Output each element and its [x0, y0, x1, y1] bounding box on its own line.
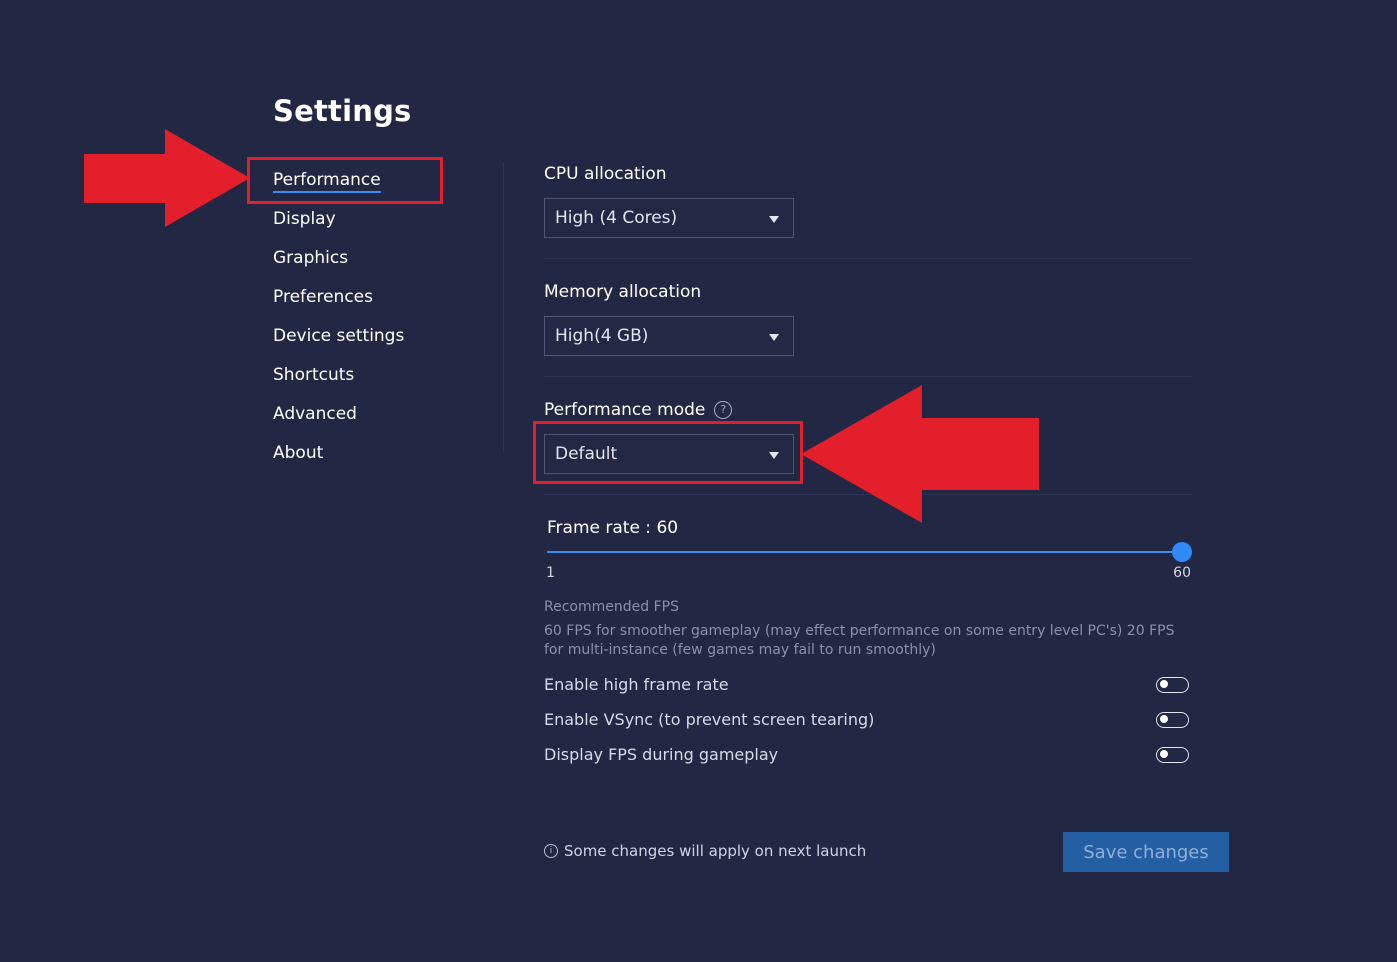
sidebar-item-shortcuts[interactable]: Shortcuts — [273, 357, 493, 396]
toggle-knob — [1160, 715, 1168, 723]
help-icon[interactable]: ? — [714, 400, 733, 419]
toggle-list: Enable high frame rate Enable VSync (to … — [544, 667, 1192, 772]
frame-rate-slider[interactable] — [544, 541, 1192, 563]
high-frame-rate-toggle[interactable] — [1156, 676, 1189, 693]
sidebar-item-about[interactable]: About — [273, 435, 493, 474]
slider-max-label: 60 — [1173, 565, 1191, 581]
memory-allocation-select[interactable]: High(4 GB) — [544, 316, 794, 356]
vsync-toggle[interactable] — [1156, 711, 1189, 728]
sidebar-item-label: Graphics — [273, 248, 349, 268]
section-divider — [544, 258, 1192, 259]
toggle-row-vsync: Enable VSync (to prevent screen tearing) — [544, 702, 1192, 737]
memory-allocation-label: Memory allocation — [544, 281, 702, 302]
sidebar-item-label: Preferences — [273, 287, 373, 307]
footer-note-text: Some changes will apply on next launch — [564, 842, 867, 860]
annotation-box-performance-mode — [533, 421, 803, 484]
sidebar-item-label: Shortcuts — [273, 365, 355, 385]
sidebar-item-label: Device settings — [273, 326, 405, 346]
cpu-allocation-value: High (4 Cores) — [555, 208, 678, 228]
sidebar-item-label: Advanced — [273, 404, 357, 424]
slider-track[interactable] — [547, 542, 1192, 562]
sidebar-item-display[interactable]: Display — [273, 201, 493, 240]
info-icon: i — [544, 844, 558, 858]
save-changes-button[interactable]: Save changes — [1063, 832, 1229, 872]
annotation-arrow-right-icon — [84, 129, 250, 227]
slider-min-label: 1 — [546, 565, 555, 581]
recommended-fps-title: Recommended FPS — [544, 599, 679, 615]
footer-note: i Some changes will apply on next launch — [544, 842, 866, 860]
sidebar-item-advanced[interactable]: Advanced — [273, 396, 493, 435]
chevron-down-icon — [769, 333, 779, 341]
slider-thumb[interactable] — [1172, 542, 1192, 562]
page-title: Settings — [273, 94, 412, 128]
sidebar-item-device-settings[interactable]: Device settings — [273, 318, 493, 357]
sidebar-item-preferences[interactable]: Preferences — [273, 279, 493, 318]
performance-mode-label: Performance mode — [544, 399, 706, 420]
slider-range-labels: 1 60 — [544, 565, 1192, 585]
memory-allocation-value: High(4 GB) — [555, 326, 649, 346]
toggle-knob — [1160, 680, 1168, 688]
sidebar-divider — [503, 162, 504, 452]
toggle-knob — [1160, 750, 1168, 758]
toggle-label: Enable VSync (to prevent screen tearing) — [544, 710, 875, 729]
display-fps-toggle[interactable] — [1156, 746, 1189, 763]
annotation-box-performance — [247, 157, 443, 204]
toggle-row-high-frame-rate: Enable high frame rate — [544, 667, 1192, 702]
sidebar-item-label: Display — [273, 209, 336, 229]
toggle-label: Display FPS during gameplay — [544, 745, 779, 764]
recommended-fps-description: 60 FPS for smoother gameplay (may effect… — [544, 623, 1175, 658]
sidebar-item-label: About — [273, 443, 324, 463]
annotation-arrow-left-icon — [801, 385, 1039, 523]
toggle-label: Enable high frame rate — [544, 675, 729, 694]
section-divider — [544, 376, 1192, 377]
cpu-allocation-label: CPU allocation — [544, 163, 667, 184]
cpu-allocation-select[interactable]: High (4 Cores) — [544, 198, 794, 238]
settings-page: Settings Performance Display Graphics Pr… — [0, 0, 1397, 962]
chevron-down-icon — [769, 215, 779, 223]
sidebar: Performance Display Graphics Preferences… — [273, 162, 493, 474]
toggle-row-display-fps: Display FPS during gameplay — [544, 737, 1192, 772]
sidebar-item-graphics[interactable]: Graphics — [273, 240, 493, 279]
